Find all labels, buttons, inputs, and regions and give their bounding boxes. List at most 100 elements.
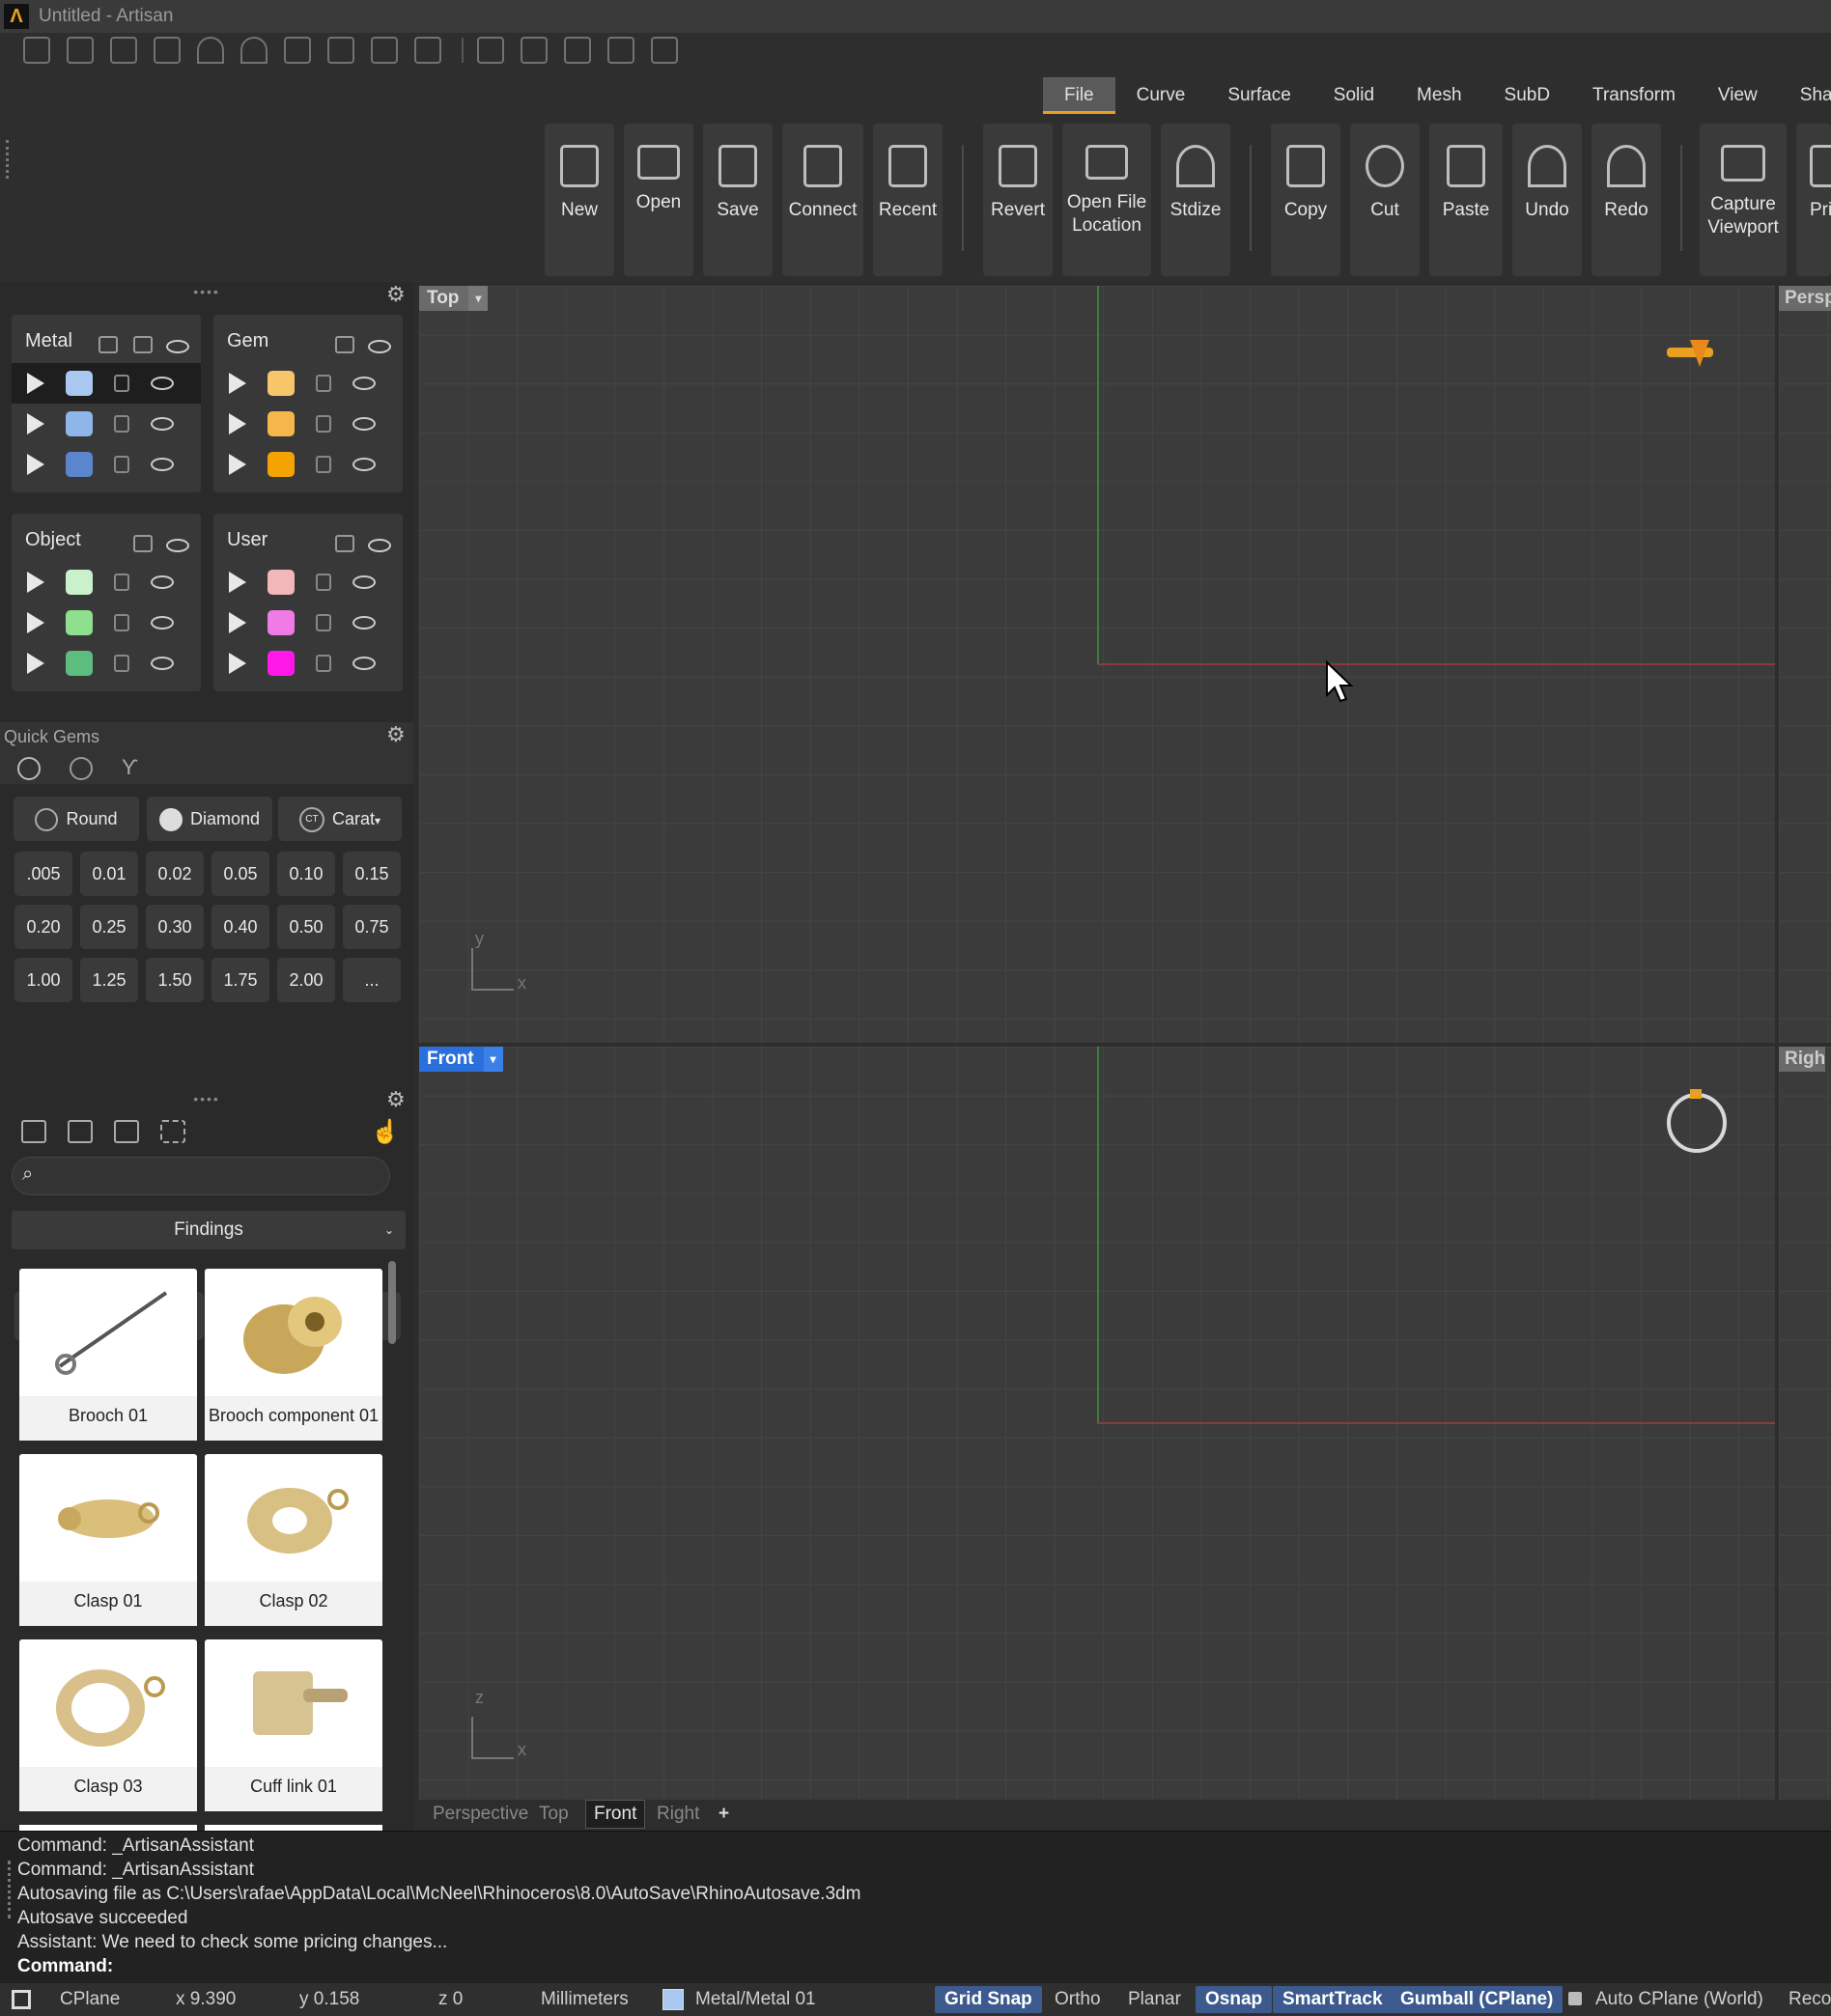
- layer-row-gem-01[interactable]: [213, 363, 403, 404]
- folder-open-icon[interactable]: [110, 37, 137, 64]
- grid-snap-toggle[interactable]: Grid Snap: [935, 1986, 1042, 2013]
- layer-row-gem-02[interactable]: [213, 404, 403, 444]
- layer-color-swatch[interactable]: [66, 452, 93, 477]
- layer-row-metal-02[interactable]: [12, 404, 201, 444]
- tab-shanks[interactable]: Shanks: [1779, 77, 1831, 114]
- viewport-label-top[interactable]: Top ▾: [419, 286, 489, 311]
- folder-search-icon[interactable]: [68, 1120, 93, 1143]
- print-button[interactable]: Pri: [1796, 124, 1831, 276]
- gem-size-button[interactable]: 1.50: [146, 958, 204, 1002]
- layer-color-swatch[interactable]: [268, 651, 295, 676]
- layer-color-swatch[interactable]: [66, 651, 93, 676]
- library-item-clasp-02[interactable]: Clasp 02: [205, 1454, 382, 1626]
- gem-tool-icon[interactable]: [521, 37, 548, 64]
- viewport-label-front[interactable]: Front ▾: [419, 1047, 503, 1072]
- lock-icon[interactable]: [114, 415, 129, 433]
- save-button[interactable]: Save: [703, 124, 773, 276]
- lock-icon[interactable]: [133, 535, 153, 552]
- hand-pointer-icon[interactable]: ☝: [371, 1118, 400, 1146]
- gem-pave-mode-icon[interactable]: [70, 757, 93, 780]
- lock-icon[interactable]: [114, 456, 129, 473]
- layer-color-swatch[interactable]: [66, 570, 93, 595]
- eye-icon[interactable]: [151, 458, 174, 471]
- eye-icon[interactable]: [151, 377, 174, 390]
- gem-size-button[interactable]: 0.01: [80, 852, 138, 896]
- magic-wand-icon[interactable]: Ƴ: [122, 755, 138, 780]
- library-category-dropdown[interactable]: Findings ⌄: [12, 1211, 406, 1249]
- library-search-input[interactable]: ⌕: [12, 1157, 390, 1195]
- redo-button[interactable]: Redo: [1592, 124, 1661, 276]
- viewport-tab-perspective[interactable]: Perspective: [433, 1804, 528, 1825]
- new-file-icon[interactable]: [23, 37, 50, 64]
- tab-subd[interactable]: SubD: [1483, 77, 1572, 114]
- layer-row-user-02[interactable]: [213, 602, 403, 643]
- gear-icon[interactable]: ⚙: [386, 1087, 406, 1112]
- eye-icon[interactable]: [151, 417, 174, 431]
- viewport-tab-front[interactable]: Front: [585, 1800, 646, 1829]
- gem-cut-dropdown[interactable]: Round: [14, 797, 139, 841]
- add-viewport-button[interactable]: +: [718, 1804, 729, 1825]
- shank-tool-icon[interactable]: [607, 37, 634, 64]
- layer-color-swatch[interactable]: [66, 610, 93, 635]
- new-template-icon[interactable]: [67, 37, 94, 64]
- eye-icon[interactable]: [151, 575, 174, 589]
- chevron-down-icon[interactable]: ▾: [468, 286, 489, 311]
- open-button[interactable]: Open: [624, 124, 693, 276]
- viewport-label-right[interactable]: Righ: [1779, 1047, 1826, 1072]
- lock-icon[interactable]: [114, 655, 129, 672]
- layer-row-object-02[interactable]: [12, 602, 201, 643]
- lock-icon[interactable]: [316, 415, 331, 433]
- tab-surface[interactable]: Surface: [1206, 77, 1311, 114]
- units-label[interactable]: Millimeters: [541, 1989, 629, 2010]
- gem-size-button[interactable]: 1.25: [80, 958, 138, 1002]
- osnap-toggle[interactable]: Osnap: [1196, 1986, 1273, 2013]
- new-button[interactable]: New: [545, 124, 614, 276]
- eye-icon[interactable]: [352, 616, 376, 630]
- library-item-clasp-01[interactable]: Clasp 01: [19, 1454, 197, 1626]
- lock-icon[interactable]: [316, 574, 331, 591]
- gem-size-button[interactable]: ...: [343, 958, 401, 1002]
- connect-button[interactable]: Connect: [782, 124, 863, 276]
- play-icon[interactable]: [27, 413, 44, 434]
- layer-row-gem-03[interactable]: [213, 444, 403, 485]
- tab-view[interactable]: View: [1697, 77, 1779, 114]
- layer-row-object-01[interactable]: [12, 562, 201, 602]
- play-icon[interactable]: [27, 373, 44, 394]
- viewport-tab-top[interactable]: Top: [539, 1804, 569, 1825]
- panel-grip[interactable]: ••••: [0, 1091, 413, 1106]
- revert-button[interactable]: Revert: [983, 124, 1053, 276]
- lock-icon[interactable]: [114, 574, 129, 591]
- planar-toggle[interactable]: Planar: [1128, 1989, 1181, 2010]
- layer-row-object-03[interactable]: [12, 643, 201, 684]
- save-icon[interactable]: [284, 37, 311, 64]
- layers-icon[interactable]: [99, 336, 118, 353]
- panel-grip[interactable]: [8, 1861, 12, 1918]
- layer-color-swatch[interactable]: [66, 371, 93, 396]
- save-plus-icon[interactable]: [414, 37, 441, 64]
- layer-color-swatch[interactable]: [268, 452, 295, 477]
- gem-material-dropdown[interactable]: Diamond: [147, 797, 272, 841]
- current-layer-label[interactable]: Metal/Metal 01: [695, 1989, 816, 2010]
- paste-button[interactable]: Paste: [1429, 124, 1503, 276]
- assistant-icon[interactable]: [651, 37, 678, 64]
- tab-mesh[interactable]: Mesh: [1395, 77, 1482, 114]
- viewport-perspective[interactable]: Persp: [1779, 286, 1831, 1043]
- eye-icon[interactable]: [166, 340, 189, 353]
- eye-icon[interactable]: [368, 340, 391, 353]
- panel-grip[interactable]: ••••: [0, 284, 413, 299]
- lock-icon[interactable]: [335, 336, 354, 353]
- gem-size-button[interactable]: 0.10: [277, 852, 335, 896]
- play-icon[interactable]: [229, 413, 246, 434]
- gem-size-button[interactable]: 1.00: [14, 958, 72, 1002]
- save-incremental-icon[interactable]: [371, 37, 398, 64]
- gear-icon[interactable]: ⚙: [386, 282, 406, 307]
- play-icon[interactable]: [27, 572, 44, 593]
- layer-row-metal-01[interactable]: [12, 363, 201, 404]
- play-icon[interactable]: [229, 373, 246, 394]
- tab-curve[interactable]: Curve: [1115, 77, 1207, 114]
- library-item-brooch-component-01[interactable]: Brooch component 01: [205, 1269, 382, 1441]
- layer-color-swatch[interactable]: [66, 411, 93, 436]
- gem-size-button[interactable]: 1.75: [211, 958, 269, 1002]
- prong-tool-icon[interactable]: [564, 37, 591, 64]
- gem-size-button[interactable]: 0.15: [343, 852, 401, 896]
